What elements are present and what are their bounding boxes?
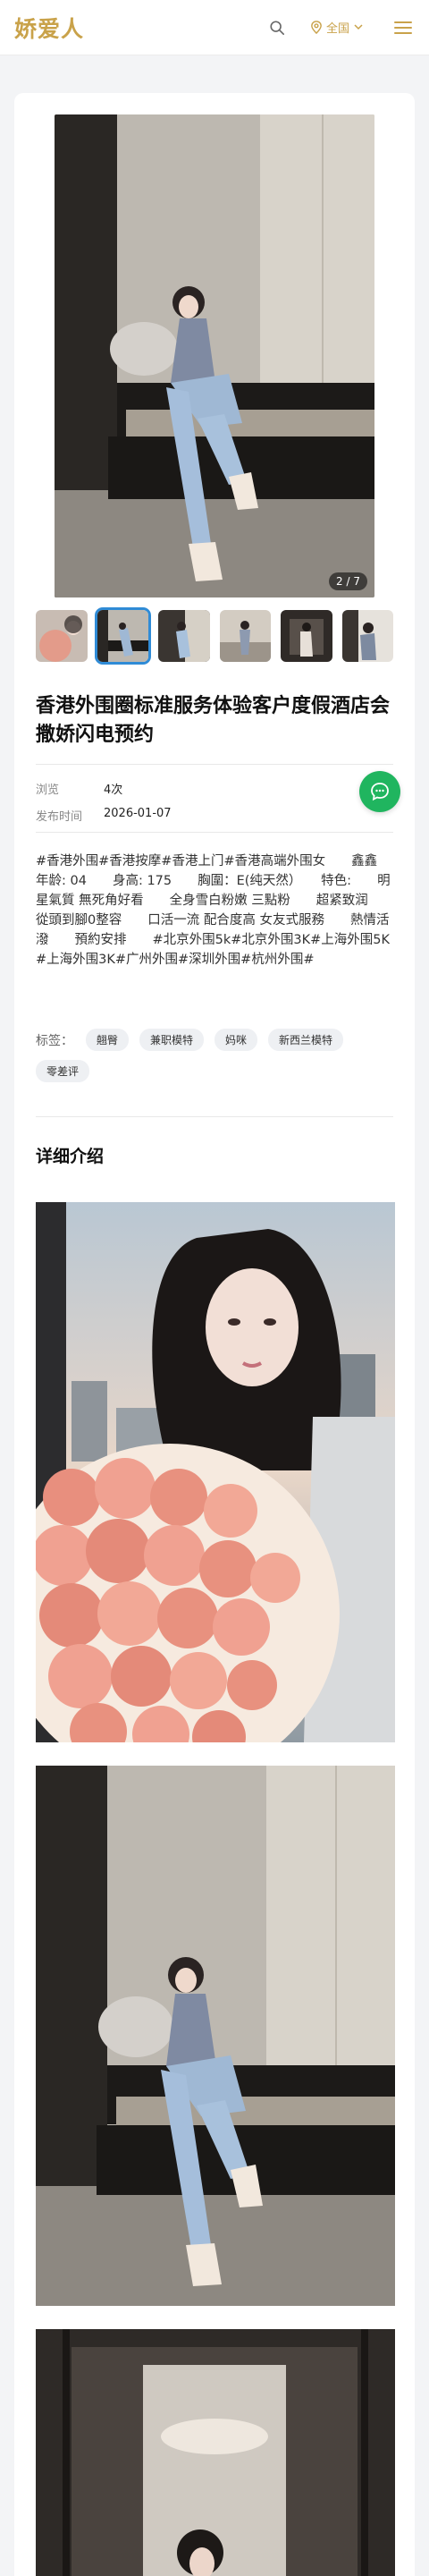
thumbnail-image xyxy=(281,610,332,662)
thumbnail-image xyxy=(158,610,210,662)
map-pin-icon xyxy=(311,21,322,34)
thumbnail[interactable] xyxy=(281,610,332,662)
main-photo[interactable]: 2 / 7 xyxy=(55,114,374,597)
post-title: 香港外围圈标准服务体验客户度假酒店会撒娇闪电预约 xyxy=(36,695,391,746)
thumbnail-active[interactable] xyxy=(97,610,148,662)
detail-image[interactable] xyxy=(36,2329,395,2576)
thumbnail-strip xyxy=(36,610,393,662)
views-value: 4次 xyxy=(104,784,123,797)
tag[interactable]: 新西兰模特 xyxy=(268,1029,344,1051)
tag[interactable]: 零差评 xyxy=(36,1060,90,1082)
chat-button[interactable] xyxy=(359,771,400,812)
thumbnail-image xyxy=(36,610,88,662)
thumbnail-image xyxy=(97,610,148,662)
thumbnail[interactable] xyxy=(341,610,393,662)
photo-counter: 2 / 7 xyxy=(329,572,367,590)
date-value: 2026-01-07 xyxy=(104,807,172,820)
tag-list: 标签： 翹臀 兼职模特 妈咪 新西兰模特 零差评 xyxy=(36,1029,397,1082)
divider xyxy=(36,764,393,765)
post-card: 2 / 7 香港外围圈标准服务体验客户度假酒店会撒娇闪电预约 浏览 4次 发布时… xyxy=(14,93,415,2576)
thumbnail[interactable] xyxy=(36,610,88,662)
chevron-down-icon xyxy=(354,24,363,30)
date-label: 发布时间 xyxy=(36,810,83,824)
search-button[interactable] xyxy=(262,13,292,43)
detail-image[interactable] xyxy=(36,1202,395,1742)
tag[interactable]: 兼职模特 xyxy=(139,1029,205,1051)
hamburger-menu-icon xyxy=(394,21,412,34)
post-description: #香港外围#香港按摩#香港上门#香港高端外围女 鑫鑫 年龄: 04 身高: 17… xyxy=(36,854,404,967)
views-label: 浏览 xyxy=(36,784,60,797)
thumbnail[interactable] xyxy=(219,610,271,662)
views-row: 浏览 4次 xyxy=(36,780,122,797)
thumbnail-image xyxy=(219,610,271,662)
region-label: 全国 xyxy=(325,22,349,36)
menu-button[interactable] xyxy=(391,16,415,39)
divider xyxy=(36,832,393,833)
detail-image[interactable] xyxy=(36,1766,395,2306)
tags-label: 标签： xyxy=(36,1033,73,1048)
tag[interactable]: 翹臀 xyxy=(86,1029,130,1051)
site-logo[interactable]: 娇爱人 xyxy=(14,12,84,44)
top-nav-bar: 娇爱人 全国 xyxy=(0,0,429,55)
divider xyxy=(36,1116,393,1117)
photo-woman-on-sofa xyxy=(55,114,374,597)
date-row: 发布时间 2026-01-07 xyxy=(36,807,172,824)
header-actions: 全国 xyxy=(262,13,415,43)
chat-bubble-icon xyxy=(371,783,389,801)
photo-woman-on-sofa xyxy=(36,1766,395,2306)
search-icon xyxy=(270,20,284,35)
photo-woman-with-roses xyxy=(36,1202,395,1742)
region-selector[interactable]: 全国 xyxy=(310,19,366,36)
thumbnail[interactable] xyxy=(158,610,210,662)
thumbnail-image xyxy=(341,610,393,662)
section-title-details: 详细介绍 xyxy=(36,1147,105,1166)
tag[interactable]: 妈咪 xyxy=(214,1029,258,1051)
photo-woman-in-room xyxy=(36,2329,395,2576)
